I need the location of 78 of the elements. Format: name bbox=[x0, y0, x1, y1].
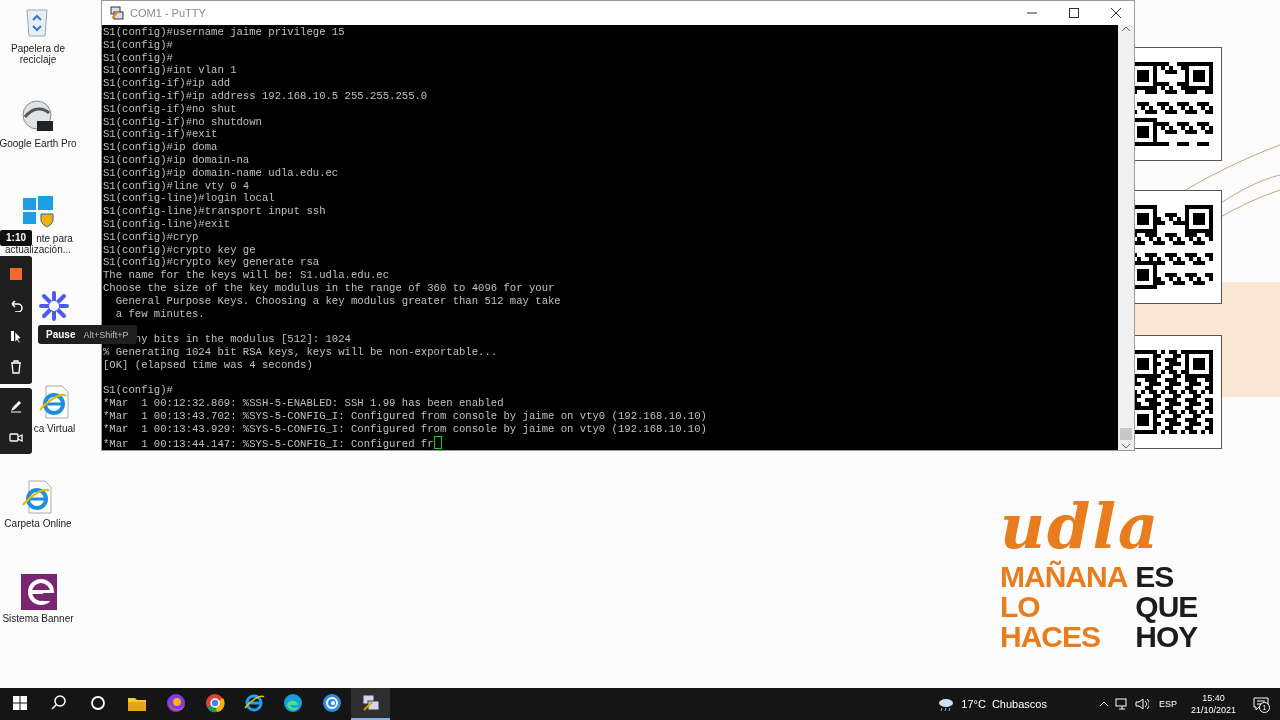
terminal-line: S1(config-if)#ip add bbox=[103, 77, 231, 90]
network-icon[interactable] bbox=[1114, 697, 1129, 711]
terminal-line: *Mar 1 00:13:43.929: %SYS-5-CONFIG_I: Configured from console by jaime on vty0 (192.168.10.10) bbox=[103, 422, 707, 435]
terminal-line: S1(config-if)#no shut bbox=[103, 102, 237, 115]
slogan-word: HOY bbox=[1135, 622, 1198, 652]
terminal-line: % Generating 1024 bit RSA keys, keys will be non-exportable... bbox=[103, 345, 498, 358]
scrollbar-thumb[interactable] bbox=[1120, 428, 1132, 440]
edge-wave-icon bbox=[281, 692, 304, 714]
language-indicator[interactable]: ESP bbox=[1154, 698, 1181, 710]
putty-icon bbox=[359, 692, 382, 714]
icon-label: Papelera de bbox=[11, 43, 65, 54]
recording-timer: 1:10 bbox=[0, 230, 32, 246]
icon-label: nte para bbox=[36, 233, 73, 244]
slogan-word: LO bbox=[1000, 592, 1041, 622]
terminal-line: S1(config-line)#exit bbox=[103, 217, 231, 230]
slogan-word: MAÑANA bbox=[1000, 562, 1128, 592]
terminal-line: *Mar 1 00:12:32.869: %SSH-5-ENABLED: SSH 1.99 has been enabled bbox=[103, 397, 504, 410]
chrome-icon bbox=[203, 692, 226, 714]
pen-icon bbox=[9, 398, 23, 413]
icon-label: ca Virtual bbox=[33, 423, 76, 434]
scroll-up-icon[interactable] bbox=[1121, 25, 1131, 33]
terminal-line: The name for the keys will be: S1.udla.edu.ec bbox=[103, 269, 390, 282]
terminal-line: Choose the size of the key modulus in the range of 360 to 4096 for your bbox=[103, 281, 555, 294]
letter-e-icon bbox=[242, 692, 265, 714]
icon-label: Sistema Banner bbox=[2, 613, 74, 624]
clock-date: 21/10/2021 bbox=[1190, 704, 1236, 716]
terminal-line: S1(config)#username jaime privilege 15 bbox=[103, 26, 345, 38]
weather-condition: Chubascos bbox=[991, 698, 1047, 710]
scroll-down-icon[interactable] bbox=[1121, 442, 1131, 450]
terminal-line: S1(config)# bbox=[103, 51, 173, 64]
terminal-line: S1(config)#ip domain-na bbox=[103, 153, 250, 166]
stop-icon bbox=[9, 266, 23, 281]
terminal-line: S1(config)#crypto key generate rsa bbox=[103, 256, 320, 269]
message-icon bbox=[1253, 697, 1269, 711]
terminal-line: S1(config)#ip domain-name udla.edu.ec bbox=[103, 166, 339, 179]
icon-label: reciclaje bbox=[19, 54, 57, 65]
fox-globe-icon bbox=[164, 692, 187, 714]
slogan-word: ES bbox=[1135, 562, 1175, 592]
temperature: 17°C bbox=[961, 698, 986, 710]
icon-label: actualización... bbox=[4, 244, 72, 255]
putty-app-icon bbox=[110, 6, 124, 20]
terminal-line: S1(config)#ip doma bbox=[103, 141, 218, 154]
delete-icon bbox=[9, 359, 23, 374]
clock[interactable]: 15:40 21/10/2021 bbox=[1186, 692, 1240, 716]
terminal-line: S1(config)#int vlan 1 bbox=[103, 64, 237, 77]
terminal-line: S1(config)# bbox=[103, 384, 173, 397]
slogan-word: HACES bbox=[1000, 622, 1101, 652]
terminal-line: S1(config)# bbox=[103, 38, 173, 51]
icon-label: Carpeta Online bbox=[4, 518, 72, 529]
terminal-line: S1(config-if)#ip address 192.168.10.5 255.255.255.0 bbox=[103, 90, 428, 102]
cloud-rain-icon bbox=[937, 696, 956, 712]
taskbar-app[interactable] bbox=[351, 688, 390, 720]
terminal-line: S1(config)#crypto key ge bbox=[103, 243, 256, 256]
maximize-icon bbox=[1069, 8, 1079, 18]
swirl-icon bbox=[320, 692, 343, 714]
pause-icon bbox=[9, 328, 23, 343]
terminal-line: S1(config-line)#transport input ssh bbox=[103, 205, 326, 218]
close-icon bbox=[1111, 8, 1121, 18]
clock-time: 15:40 bbox=[1202, 692, 1225, 704]
terminal-line: a few minutes. bbox=[114, 307, 205, 320]
letter-e-tile-icon[interactable] bbox=[19, 574, 57, 610]
slogan-word: QUE bbox=[1135, 592, 1198, 622]
window-title: COM1 - PuTTY bbox=[130, 7, 207, 19]
terminal-line: *Mar 1 00:13:43.702: %SYS-5-CONFIG_I: Configured from console by jaime on vty0 (192.168.10.10) bbox=[103, 409, 707, 422]
terminal-line: S1(config-if)#no shutdown bbox=[103, 115, 262, 128]
chevron-up-icon[interactable] bbox=[1098, 699, 1109, 709]
icon-label: Google Earth Pro bbox=[0, 138, 77, 149]
terminal-line: *Mar 1 00:13:44.147: %SYS-5-CONFIG_I: Configured fr bbox=[103, 437, 434, 450]
tooltip-label: Pause bbox=[46, 329, 76, 340]
terminal-line: [OK] (elapsed time was 4 seconds) bbox=[103, 358, 313, 371]
undo-icon bbox=[9, 297, 23, 312]
terminal-line: S1(config)#line vty 0 4 bbox=[103, 179, 250, 192]
volume-icon[interactable] bbox=[1134, 697, 1149, 711]
terminal-line: S1(config)#cryp bbox=[103, 230, 199, 243]
shortcut-hint: Alt+Shift+P bbox=[83, 329, 129, 340]
terminal-line: General Purpose Keys. Choosing a key modulus greater than 512 may take bbox=[114, 294, 561, 307]
terminal-line: S1(config-line)#login local bbox=[103, 192, 275, 205]
terminal-line: S1(config-if)#exit bbox=[103, 128, 218, 141]
